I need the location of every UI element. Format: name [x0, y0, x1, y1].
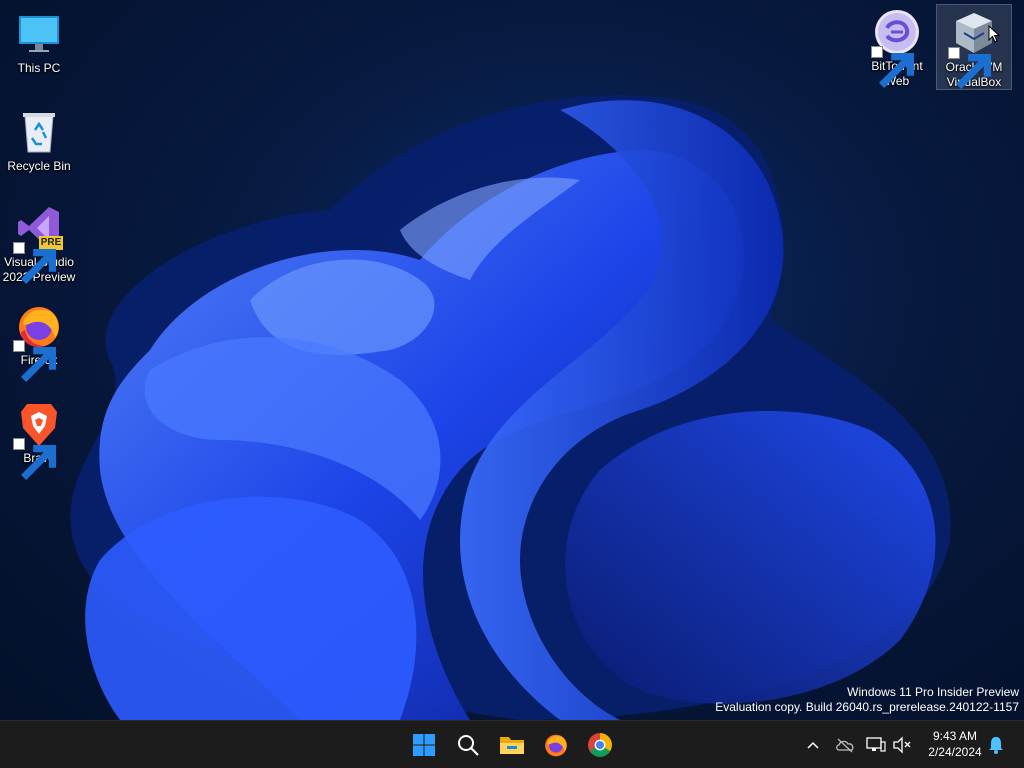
notification-center-button[interactable] — [986, 735, 1006, 755]
chrome-icon — [588, 733, 612, 757]
brave-icon — [13, 400, 63, 480]
volume-button[interactable] — [892, 735, 912, 755]
desktop-icon-firefox[interactable]: Firefox — [1, 298, 77, 382]
evaluation-watermark: Windows 11 Pro Insider Preview Evaluatio… — [715, 685, 1019, 715]
watermark-edition: Windows 11 Pro Insider Preview — [847, 685, 1019, 699]
desktop-icon-brave[interactable]: Brave — [1, 396, 77, 480]
clock[interactable]: 9:43 AM 2/24/2024 — [918, 728, 992, 760]
firefox-icon — [545, 734, 567, 757]
shortcut-arrow-icon — [13, 242, 56, 284]
virtualbox-icon — [948, 9, 1000, 89]
clock-date: 2/24/2024 — [928, 745, 982, 759]
wallpaper-bloom — [70, 95, 951, 720]
shortcut-arrow-icon — [13, 438, 56, 480]
shortcut-arrow-icon — [13, 340, 56, 382]
desktop-icon-label: Recycle Bin — [7, 159, 71, 173]
search-icon — [458, 735, 479, 756]
chrome-taskbar-button[interactable] — [582, 727, 618, 763]
monitor-icon — [15, 10, 63, 58]
file-explorer-icon — [500, 737, 524, 754]
start-icon — [413, 734, 435, 756]
show-hidden-icons-button[interactable] — [803, 735, 823, 755]
bell-icon — [989, 737, 1003, 754]
desktop-icon-label: This PC — [17, 61, 61, 75]
desktop-icon-this-pc[interactable]: This PC — [1, 6, 77, 76]
watermark-build: Evaluation copy. Build 26040.rs_prerelea… — [715, 700, 1019, 714]
file-explorer-button[interactable] — [494, 727, 530, 763]
taskbar: 9:43 AM 2/24/2024 — [0, 720, 1024, 768]
onedrive-button[interactable] — [835, 735, 855, 755]
desktop-icon-virtualbox[interactable]: Oracle VM VirtualBox — [936, 4, 1012, 90]
network-button[interactable] — [866, 735, 886, 755]
firefox-taskbar-button[interactable] — [538, 727, 574, 763]
bittorrent-icon — [871, 8, 921, 88]
shortcut-arrow-icon — [871, 46, 914, 88]
desktop[interactable]: This PC Recycle Bin PRE Visual Studio 20… — [0, 0, 1024, 720]
mouse-cursor-icon — [988, 25, 1000, 43]
desktop-icon-bittorrent-web[interactable]: BitTorrent Web — [859, 4, 935, 89]
visual-studio-icon: PRE — [13, 204, 63, 284]
desktop-icon-visual-studio[interactable]: PRE Visual Studio 2022 Preview — [1, 200, 77, 285]
start-button[interactable] — [406, 727, 442, 763]
desktop-icon-recycle-bin[interactable]: Recycle Bin — [1, 104, 77, 174]
chevron-up-icon — [807, 741, 819, 749]
shortcut-arrow-icon — [948, 47, 991, 89]
onedrive-icon — [836, 738, 854, 753]
clock-time: 9:43 AM — [932, 729, 978, 743]
network-icon — [866, 737, 886, 752]
volume-muted-icon — [893, 736, 911, 754]
search-button[interactable] — [450, 727, 486, 763]
firefox-icon — [13, 302, 63, 382]
recycle-bin-icon — [15, 108, 63, 156]
